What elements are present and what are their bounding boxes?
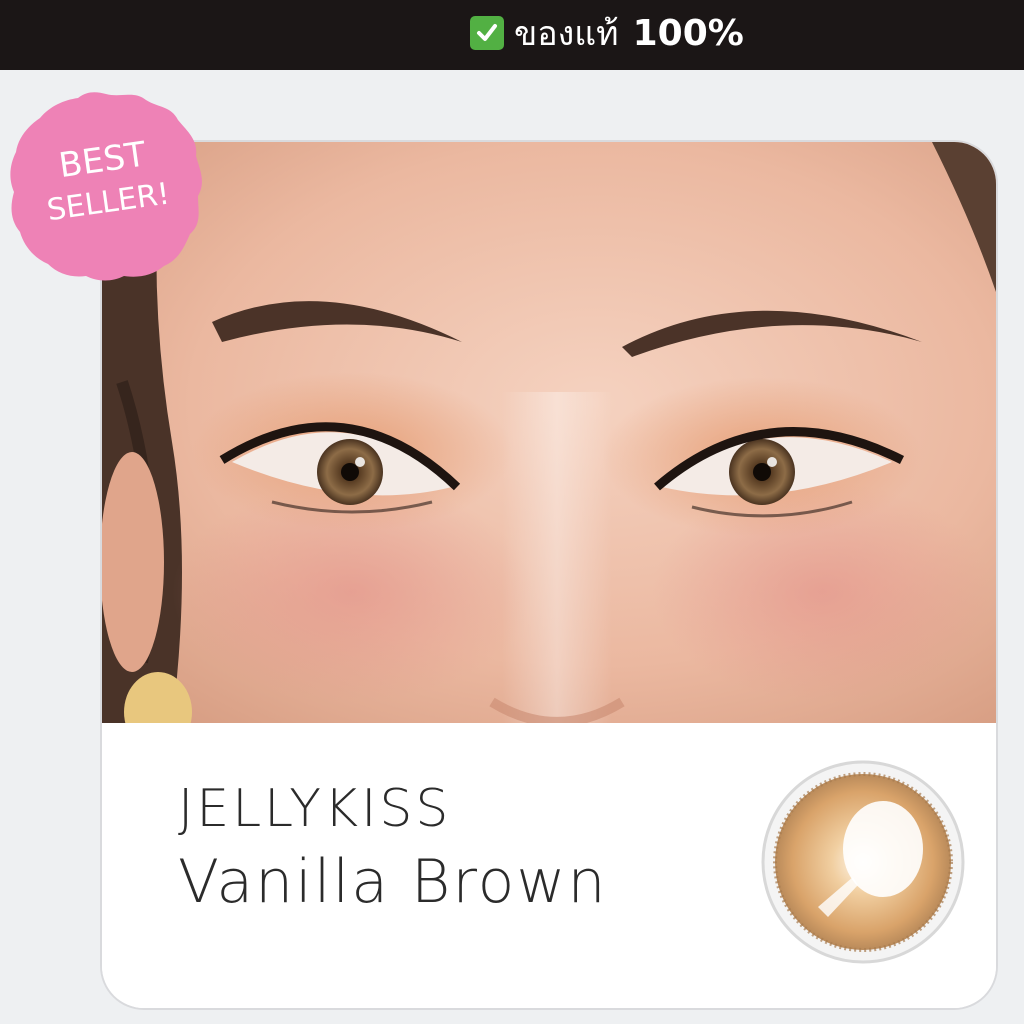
authentic-text: ของแท้ <box>514 14 619 54</box>
check-icon <box>470 16 504 50</box>
authentic-label: ของแท้ 100% <box>470 8 744 58</box>
eyes-photo <box>102 142 996 723</box>
contact-lens-icon <box>761 760 965 964</box>
product-caption: JELLYKISS Vanilla Brown <box>102 723 996 1008</box>
brand-name: JELLYKISS <box>178 779 452 839</box>
best-seller-badge: BEST SELLER! <box>10 92 202 281</box>
product-name: Vanilla Brown <box>178 847 608 917</box>
authentic-percent: 100% <box>632 12 744 54</box>
product-card[interactable]: JELLYKISS Vanilla Brown <box>102 142 996 1008</box>
